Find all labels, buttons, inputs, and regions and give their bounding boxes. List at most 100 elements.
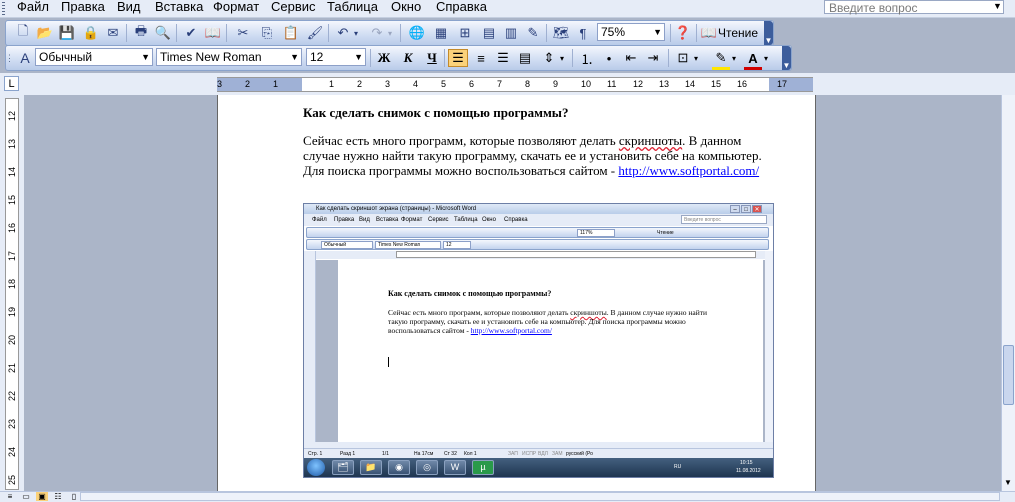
misspelled-word[interactable]: скриншоты (619, 133, 682, 148)
shot-folder-icon: 📁 (360, 460, 382, 475)
undo-dropdown-icon[interactable]: ▾ (352, 24, 360, 42)
redo-dropdown-icon[interactable]: ▾ (386, 24, 394, 42)
format-painter-icon[interactable]: 🖌 (306, 24, 324, 42)
insert-table-icon[interactable]: ⊞ (456, 24, 474, 42)
shot-canvas (316, 260, 766, 443)
vruler-tick-label: 21 (7, 363, 17, 374)
toolbar-grip[interactable]: ⋮ (5, 49, 14, 67)
menu-file[interactable]: Файл (17, 0, 49, 15)
style-select[interactable]: Обычный ▼ (35, 48, 153, 66)
save-icon[interactable]: 💾 (58, 24, 76, 42)
menu-tools[interactable]: Сервис (271, 0, 316, 15)
separator (176, 24, 177, 42)
line-spacing-dropdown-icon[interactable]: ▾ (558, 49, 566, 67)
research-icon[interactable]: 📖 (204, 24, 222, 42)
bullets-icon[interactable]: • (600, 49, 618, 67)
web-view-icon[interactable]: ▭ (20, 492, 32, 501)
vruler-tick-label: 22 (7, 391, 17, 402)
horizontal-scrollbar[interactable] (80, 492, 1000, 501)
print-layout-icon[interactable]: ▣ (36, 492, 48, 501)
scroll-down-icon[interactable]: ▼ (1004, 478, 1012, 487)
reading-mode-button[interactable]: Чтение (718, 24, 758, 42)
italic-button[interactable]: К (398, 49, 418, 67)
font-value: Times New Roman (160, 50, 262, 64)
tab-stop-selector[interactable]: L (4, 76, 19, 91)
help-icon[interactable]: ❓ (674, 24, 692, 42)
spelling-icon[interactable]: ✔ (182, 24, 200, 42)
decrease-indent-icon[interactable]: ⇤ (622, 49, 640, 67)
menu-format[interactable]: Формат (213, 0, 259, 15)
help-search-input[interactable]: Введите вопрос (824, 0, 1004, 15)
shot-menu-item: Сервис (428, 217, 449, 223)
new-document-icon[interactable]: 🗋 (14, 23, 32, 42)
highlight-dropdown-icon[interactable]: ▾ (730, 49, 738, 67)
font-color-dropdown-icon[interactable]: ▾ (762, 49, 770, 67)
open-folder-icon[interactable]: 📂 (36, 24, 54, 42)
toolbar-options-chevron-icon[interactable]: ▼ (764, 21, 773, 45)
hyperlink-icon[interactable]: 🌐 (408, 24, 426, 42)
help-dropdown-icon[interactable]: ▼ (993, 1, 1002, 11)
numbering-icon[interactable]: ⒈ (578, 49, 596, 67)
styles-icon[interactable]: A (16, 49, 34, 67)
vertical-ruler[interactable]: 12 13 14 15 16 17 18 19 20 21 22 23 24 2… (5, 98, 19, 490)
menu-edit[interactable]: Правка (61, 0, 105, 15)
ruler-tick-label: 3 (217, 79, 223, 89)
print-preview-icon[interactable]: 🔍 (154, 24, 172, 42)
embedded-screenshot-image[interactable]: Как сделать скриншот экрана (страницы) -… (303, 203, 774, 478)
justify-icon[interactable]: ▤ (516, 49, 534, 67)
line-spacing-icon[interactable]: ⇕ (540, 49, 558, 67)
zoom-dropdown-icon[interactable]: ▼ (653, 24, 662, 40)
redo-icon[interactable]: ↷ (368, 24, 386, 42)
outline-view-icon[interactable]: ☷ (52, 492, 64, 501)
email-icon[interactable]: ✉ (104, 24, 122, 42)
print-icon[interactable]: 🖶 (132, 23, 150, 42)
paste-icon[interactable]: 📋 (282, 24, 300, 42)
menu-insert[interactable]: Вставка (155, 0, 203, 15)
reading-view-icon[interactable]: ▯ (68, 492, 80, 501)
shot-menu-item: Вид (359, 217, 370, 223)
align-center-icon[interactable]: ≡ (472, 49, 490, 67)
columns-icon[interactable]: ▥ (502, 24, 520, 42)
font-size-dropdown-icon[interactable]: ▼ (354, 49, 363, 65)
shot-ruler (316, 251, 766, 259)
toolbar-options-chevron-icon[interactable]: ▼ (782, 46, 791, 70)
insert-excel-icon[interactable]: ▤ (480, 24, 498, 42)
menu-window[interactable]: Окно (391, 0, 421, 15)
ruler-tick-label: 4 (413, 79, 419, 89)
normal-view-icon[interactable]: ≡ (4, 492, 16, 501)
permission-icon[interactable]: 🔒 (82, 24, 100, 42)
align-left-icon[interactable]: ☰ (448, 49, 468, 67)
highlight-icon[interactable]: ✎ (712, 49, 730, 70)
bold-button[interactable]: Ж (374, 49, 394, 67)
menu-view[interactable]: Вид (117, 0, 141, 15)
borders-icon[interactable]: ⊡ (674, 49, 692, 67)
scrollbar-thumb[interactable] (1003, 345, 1014, 405)
undo-icon[interactable]: ↶ (334, 24, 352, 42)
zoom-select[interactable]: 75% ▼ (597, 23, 665, 41)
horizontal-ruler[interactable]: 3 2 1 1 2 3 4 5 6 7 8 9 10 11 12 13 14 1… (217, 77, 813, 92)
shot-browser-icon: ◉ (388, 460, 410, 475)
tables-borders-icon[interactable]: ▦ (432, 24, 450, 42)
softportal-link[interactable]: http://www.softportal.com/ (618, 163, 759, 178)
reading-mode-icon[interactable]: 📖 (700, 24, 718, 42)
menu-table[interactable]: Таблица (327, 0, 378, 15)
document-map-icon[interactable]: 🗺 (552, 24, 570, 42)
separator (400, 24, 401, 42)
copy-icon[interactable]: ⎘ (258, 24, 276, 42)
shot-standard-toolbar: 117% Чтение (306, 227, 769, 238)
show-hide-pilcrow-icon[interactable]: ¶ (574, 24, 592, 42)
font-select[interactable]: Times New Roman ▼ (156, 48, 302, 66)
vertical-scrollbar[interactable]: ▼ (1001, 95, 1015, 491)
font-dropdown-icon[interactable]: ▼ (290, 49, 299, 65)
menu-grip[interactable] (2, 2, 5, 15)
borders-dropdown-icon[interactable]: ▾ (692, 49, 700, 67)
cut-icon[interactable]: ✂ (234, 24, 252, 42)
font-color-icon[interactable]: A (744, 49, 762, 70)
style-dropdown-icon[interactable]: ▼ (141, 49, 150, 65)
underline-button[interactable]: Ч (422, 49, 442, 67)
drawing-icon[interactable]: ✎ (524, 24, 542, 42)
menu-help[interactable]: Справка (436, 0, 487, 15)
align-right-icon[interactable]: ☰ (494, 49, 512, 67)
font-size-select[interactable]: 12 ▼ (306, 48, 366, 66)
increase-indent-icon[interactable]: ⇥ (644, 49, 662, 67)
